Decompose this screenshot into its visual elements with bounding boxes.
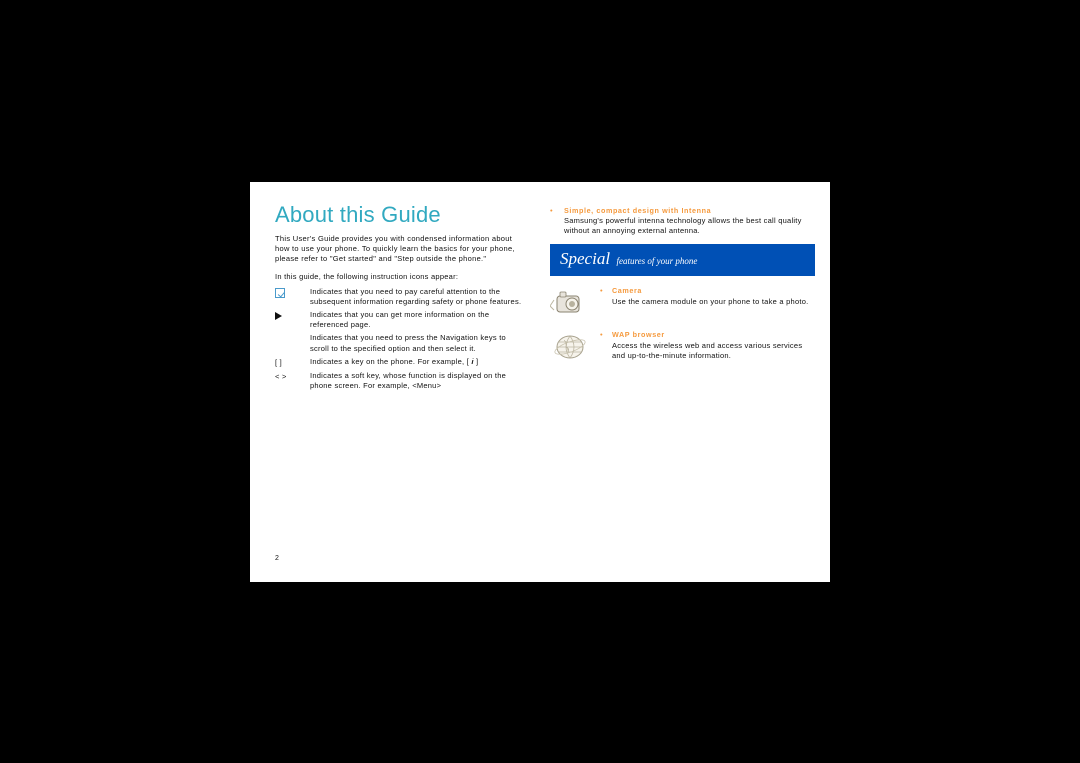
icon-description: Indicates that you can get more informat… bbox=[310, 310, 525, 330]
feature-title: Simple, compact design with Intenna bbox=[564, 206, 815, 216]
instruction-icons-table: Indicates that you need to pay careful a… bbox=[275, 287, 525, 391]
banner-subtitle: features of your phone bbox=[617, 256, 698, 266]
top-feature: • Simple, compact design with Intenna Sa… bbox=[550, 206, 815, 237]
brackets-symbol: [ ] bbox=[275, 357, 310, 368]
feature-title: Camera bbox=[612, 286, 815, 296]
table-row: Indicates that you can get more informat… bbox=[275, 310, 525, 330]
right-column: • Simple, compact design with Intenna Sa… bbox=[550, 202, 815, 562]
feature-description: Access the wireless web and access vario… bbox=[612, 341, 815, 361]
bullet-icon: • bbox=[600, 286, 612, 320]
icon-description: Indicates that you need to pay careful a… bbox=[310, 287, 525, 307]
special-features-banner: Special features of your phone bbox=[550, 244, 815, 276]
table-row: < > Indicates a soft key, whose function… bbox=[275, 371, 525, 391]
feature-item: • WAP browser Access the wireless web an… bbox=[550, 330, 815, 364]
feature-title: WAP browser bbox=[612, 330, 815, 340]
banner-title: Special bbox=[560, 249, 610, 268]
bullet-icon: • bbox=[550, 206, 564, 237]
icon-description: Indicates a key on the phone. For exampl… bbox=[310, 357, 525, 368]
feature-item: • Camera Use the camera module on your p… bbox=[550, 286, 815, 320]
table-row: Indicates that you need to press the Nav… bbox=[275, 333, 525, 353]
table-row: [ ] Indicates a key on the phone. For ex… bbox=[275, 357, 525, 368]
blank-icon bbox=[275, 333, 310, 353]
icon-description: Indicates a soft key, whose function is … bbox=[310, 371, 525, 391]
angle-brackets-symbol: < > bbox=[275, 371, 310, 391]
table-row: Indicates that you need to pay careful a… bbox=[275, 287, 525, 307]
intro-paragraph: This User's Guide provides you with cond… bbox=[275, 234, 525, 264]
feature-description: Samsung's powerful intenna technology al… bbox=[564, 216, 815, 236]
manual-page: About this Guide This User's Guide provi… bbox=[250, 182, 830, 582]
left-column: About this Guide This User's Guide provi… bbox=[275, 202, 525, 562]
globe-icon bbox=[550, 330, 590, 364]
feature-description: Use the camera module on your phone to t… bbox=[612, 297, 815, 307]
page-title: About this Guide bbox=[275, 202, 525, 228]
arrow-icon bbox=[275, 310, 310, 330]
icon-description: Indicates that you need to press the Nav… bbox=[310, 333, 525, 353]
bullet-icon: • bbox=[600, 330, 612, 364]
camera-icon bbox=[550, 286, 590, 320]
icons-intro-line: In this guide, the following instruction… bbox=[275, 272, 525, 281]
page-number: 2 bbox=[275, 555, 279, 562]
check-icon bbox=[275, 287, 310, 307]
